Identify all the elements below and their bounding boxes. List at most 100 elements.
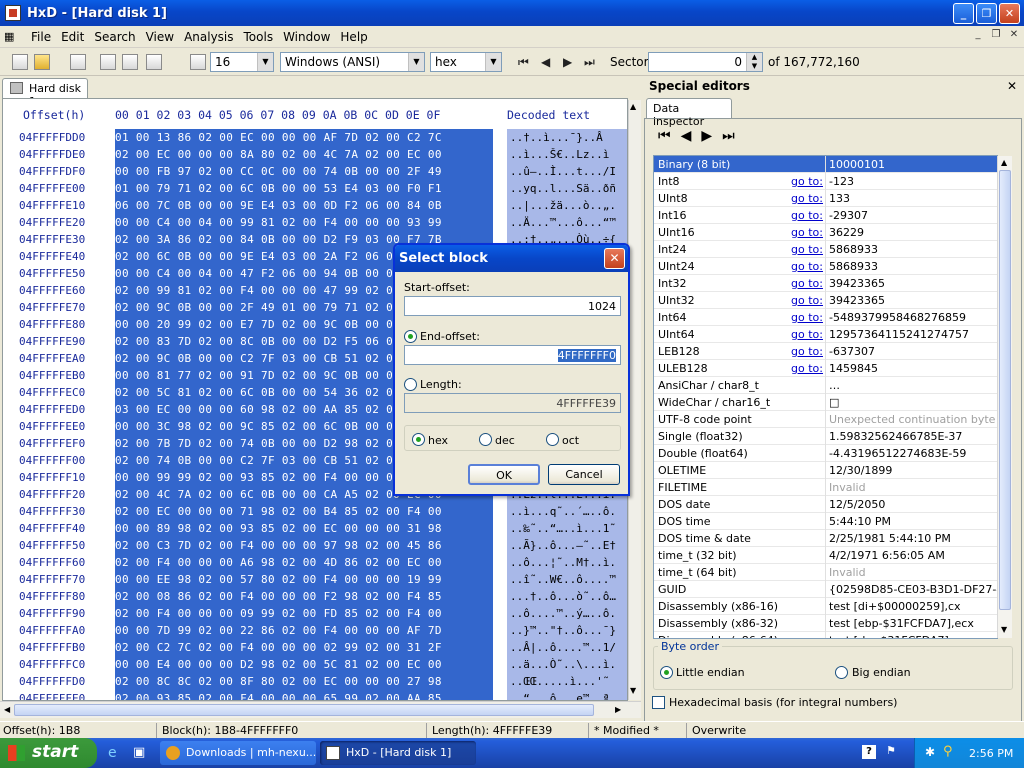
- hex-row[interactable]: 04FFFFFE20 00 00 C4 00 04 00 99 81 02 00 …: [3, 214, 627, 231]
- inspector-row[interactable]: ULEB128 go to: 1459845: [654, 360, 997, 377]
- first-sector-icon[interactable]: ⏮: [518, 55, 529, 70]
- row-decoded-text[interactable]: ..ô....™..ý…..ô.: [507, 605, 627, 622]
- row-hex-bytes[interactable]: 02 00 EC 00 00 00 71 98 02 00 B4 85 02 0…: [115, 503, 493, 520]
- inspector-value[interactable]: 2/25/1981 5:44:10 PM: [829, 532, 951, 545]
- inspector-row[interactable]: FILETIME Invalid: [654, 479, 997, 496]
- inspector-value[interactable]: {02598D85-CE03-B3D1-DF27-4269: [829, 583, 997, 596]
- inspector-row[interactable]: AnsiChar / char8_t…: [654, 377, 997, 394]
- row-decoded-text[interactable]: ..|...žä...ò..„.: [507, 197, 627, 214]
- goto-link[interactable]: go to:: [791, 294, 823, 307]
- hex-row[interactable]: 04FFFFFFE0 02 00 93 85 02 00 F4 00 00 00 …: [3, 690, 627, 700]
- hex-row[interactable]: 04FFFFFDD0 01 00 13 86 02 00 EC 00 00 00 …: [3, 129, 627, 146]
- inspector-next-icon[interactable]: ▶: [701, 128, 722, 144]
- goto-link[interactable]: go to:: [791, 192, 823, 205]
- inspector-value[interactable]: 5868933: [829, 243, 878, 256]
- row-hex-bytes[interactable]: 02 00 F4 00 00 00 09 99 02 00 FD 85 02 0…: [115, 605, 493, 622]
- inspector-value[interactable]: □: [829, 396, 839, 409]
- close-button[interactable]: ✕: [999, 3, 1020, 24]
- settings-tray-icon[interactable]: ✱: [925, 745, 935, 759]
- inspector-value[interactable]: 133: [829, 192, 850, 205]
- row-hex-bytes[interactable]: 01 00 79 71 02 00 6C 0B 00 00 53 E4 03 0…: [115, 180, 493, 197]
- scroll-up-icon[interactable]: ▲: [630, 102, 636, 111]
- hex-row[interactable]: 04FFFFFFA0 00 00 7D 99 02 00 22 86 02 00 …: [3, 622, 627, 639]
- ie-quicklaunch-icon[interactable]: e: [108, 745, 117, 761]
- inspector-value[interactable]: test [di+$00000259],cx: [829, 600, 961, 613]
- goto-link[interactable]: go to:: [791, 209, 823, 222]
- inspector-row[interactable]: DOS date 12/5/2050: [654, 496, 997, 513]
- start-offset-input[interactable]: 1024: [404, 296, 621, 316]
- inspector-row[interactable]: DOS time 5:44:10 PM: [654, 513, 997, 530]
- special-editors-close-icon[interactable]: ✕: [1007, 79, 1017, 93]
- scroll-right-icon[interactable]: ▶: [615, 705, 621, 714]
- last-sector-icon[interactable]: ⏭: [584, 55, 595, 70]
- row-decoded-text[interactable]: ..Ã}..ô...—˜..E†: [507, 537, 627, 554]
- inspector-row[interactable]: UInt24 go to: 5868933: [654, 258, 997, 275]
- inspector-scroll-up-icon[interactable]: ▲: [1001, 158, 1007, 167]
- inspector-scroll-down-icon[interactable]: ▼: [1001, 625, 1007, 634]
- sector-input[interactable]: 0 ▲ ▼: [648, 52, 763, 72]
- inspector-value[interactable]: 39423365: [829, 277, 885, 290]
- prev-sector-icon[interactable]: ◀: [541, 55, 550, 69]
- hex-row[interactable]: 04FFFFFFB0 02 00 C2 7C 02 00 F4 00 00 00 …: [3, 639, 627, 656]
- inspector-row[interactable]: time_t (32 bit) 4/2/1971 6:56:05 AM: [654, 547, 997, 564]
- hex-row[interactable]: 04FFFFFF40 00 00 89 98 02 00 93 85 02 00 …: [3, 520, 627, 537]
- mdi-minimize-button[interactable]: _: [970, 29, 986, 43]
- end-offset-input[interactable]: 4FFFFFFF0: [404, 345, 621, 365]
- inspector-value[interactable]: test [ebp-$31FCFDA7],ecx: [829, 617, 974, 630]
- inspector-value[interactable]: 10000101: [829, 158, 885, 171]
- inspector-value[interactable]: 12/30/1899: [829, 464, 892, 477]
- row-decoded-text[interactable]: ..Ä...™...ô...“™: [507, 214, 627, 231]
- inspector-row[interactable]: Disassembly (x86-16) test [di+$00000259],…: [654, 598, 997, 615]
- inspector-row[interactable]: Double (float64) -4.43196512274683E-59: [654, 445, 997, 462]
- inspector-prev-icon[interactable]: ◀: [681, 128, 702, 144]
- end-offset-radio[interactable]: [404, 330, 417, 343]
- menu-view[interactable]: View: [141, 30, 179, 44]
- inspector-row[interactable]: UInt32 go to: 39423365: [654, 292, 997, 309]
- inspector-value[interactable]: 39423365: [829, 294, 885, 307]
- goto-link[interactable]: go to:: [791, 226, 823, 239]
- row-hex-bytes[interactable]: 02 00 C2 7C 02 00 F4 00 00 00 02 99 02 0…: [115, 639, 493, 656]
- clock[interactable]: 2:56 PM: [969, 747, 1013, 760]
- hex-row[interactable]: 04FFFFFF60 02 00 F4 00 00 00 A6 98 02 00 …: [3, 554, 627, 571]
- row-decoded-text[interactable]: ..ô...¦˜..M†..ì.: [507, 554, 627, 571]
- inspector-row[interactable]: time_t (64 bit) Invalid: [654, 564, 997, 581]
- inspector-row[interactable]: Int32 go to: 39423365: [654, 275, 997, 292]
- row-hex-bytes[interactable]: 06 00 7C 0B 00 00 9E E4 03 00 0D F2 06 0…: [115, 197, 493, 214]
- length-input[interactable]: 4FFFFFE39: [404, 393, 621, 413]
- open-ram-icon[interactable]: [122, 54, 138, 70]
- hex-row[interactable]: 04FFFFFDF0 00 00 FB 97 02 00 CC 0C 00 00 …: [3, 163, 627, 180]
- inspector-row[interactable]: UInt8 go to: 133: [654, 190, 997, 207]
- inspector-value[interactable]: 4/2/1971 6:56:05 AM: [829, 549, 945, 562]
- inspector-scroll-thumb[interactable]: [999, 170, 1011, 610]
- hex-row[interactable]: 04FFFFFF30 02 00 EC 00 00 00 71 98 02 00 …: [3, 503, 627, 520]
- inspector-row[interactable]: Int24 go to: 5868933: [654, 241, 997, 258]
- goto-link[interactable]: go to:: [791, 260, 823, 273]
- inspector-row[interactable]: UInt16 go to: 36229: [654, 224, 997, 241]
- row-hex-bytes[interactable]: 00 00 FB 97 02 00 CC 0C 00 00 74 0B 00 0…: [115, 163, 493, 180]
- tab-data-inspector[interactable]: Data inspector: [646, 98, 732, 128]
- row-decoded-text[interactable]: ..}™.."†..ô...¯}: [507, 622, 627, 639]
- inspector-row[interactable]: Disassembly (x86-32) test [ebp-$31FCFDA7]…: [654, 615, 997, 632]
- save-icon[interactable]: [70, 54, 86, 70]
- ok-button[interactable]: OK: [468, 464, 540, 485]
- row-hex-bytes[interactable]: 00 00 7D 99 02 00 22 86 02 00 F4 00 00 0…: [115, 622, 493, 639]
- inspector-value[interactable]: 5:44:10 PM: [829, 515, 891, 528]
- menu-window[interactable]: Window: [278, 30, 335, 44]
- hex-row[interactable]: 04FFFFFFD0 02 00 8C 8C 02 00 8F 80 02 00 …: [3, 673, 627, 690]
- minimize-button[interactable]: _: [953, 3, 974, 24]
- hex-basis-checkbox[interactable]: [652, 696, 665, 709]
- hex-row[interactable]: 04FFFFFF90 02 00 F4 00 00 00 09 99 02 00 …: [3, 605, 627, 622]
- row-hex-bytes[interactable]: 02 00 C3 7D 02 00 F4 00 00 00 97 98 02 0…: [115, 537, 493, 554]
- row-decoded-text[interactable]: ..î˜..W€..ô....™: [507, 571, 627, 588]
- cancel-button[interactable]: Cancel: [548, 464, 620, 485]
- length-radio[interactable]: [404, 378, 417, 391]
- inspector-row[interactable]: UInt64 go to: 12957364115241274757: [654, 326, 997, 343]
- doc-icon[interactable]: ▦: [4, 30, 26, 43]
- inspector-value[interactable]: test [rbp-$31FCFDA7],ecx: [829, 634, 972, 638]
- row-decoded-text[interactable]: ..ì...Š€..Lz..ì: [507, 146, 627, 163]
- flag-tray-icon[interactable]: ⚑: [886, 744, 896, 757]
- scroll-down-icon[interactable]: ▼: [630, 686, 636, 695]
- taskbar-item-downloads[interactable]: Downloads | mh-nexu...: [160, 741, 316, 765]
- inspector-row[interactable]: Binary (8 bit) 10000101: [654, 156, 997, 173]
- inspector-value[interactable]: …: [829, 379, 840, 392]
